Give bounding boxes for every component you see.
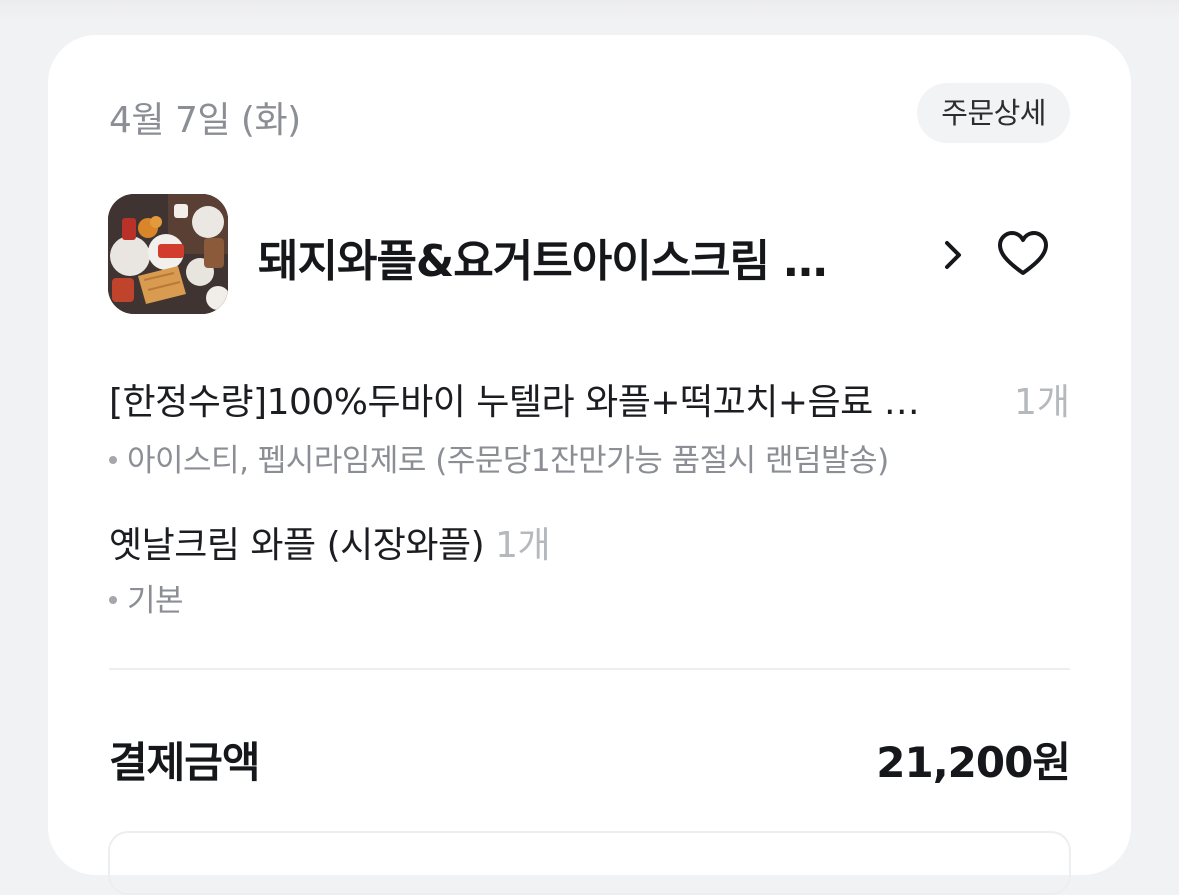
order-item-option: 기본 [109, 575, 184, 620]
divider [109, 668, 1070, 670]
chevron-right-icon[interactable] [938, 235, 968, 275]
bullet-icon [109, 595, 117, 604]
order-item-option: 아이스티, 펩시라임제로 (주문당1잔만가능 품절시 랜덤발송) [109, 435, 889, 480]
store-photo-icon [108, 194, 228, 314]
order-item-quantity: 1개 [1013, 382, 1070, 423]
payment-label: 결제금액 [109, 738, 261, 787]
store-name[interactable]: 돼지와플&요거트아이스크림 … [258, 225, 923, 289]
store-thumbnail[interactable] [108, 194, 228, 314]
order-item-name: 옛날크림 와플 (시장와플) 1개 [109, 516, 551, 568]
order-item-name-text: 옛날크림 와플 (시장와플) [109, 525, 485, 566]
previous-card-edge [0, 0, 1179, 22]
order-item-option-text: 아이스티, 펩시라임제로 (주문당1잔만가능 품절시 랜덤발송) [127, 443, 889, 479]
heart-icon[interactable] [996, 228, 1050, 282]
order-date: 4월 7일 (화) [109, 100, 301, 141]
order-item-quantity: 1개 [495, 525, 551, 566]
order-item-name: [한정수량]100%두바이 누텔라 와플+떡꼬치+음료 … [109, 382, 920, 423]
payment-amount: 21,200원 [876, 738, 1071, 787]
order-detail-button[interactable]: 주문상세 [917, 83, 1070, 143]
order-item-option-text: 기본 [127, 583, 184, 619]
order-card: 4월 7일 (화) 주문상세 돼지와플&요거트아이스크림 … [한정수량]100… [48, 35, 1131, 895]
next-section-edge [108, 831, 1071, 895]
bullet-icon [109, 455, 117, 464]
